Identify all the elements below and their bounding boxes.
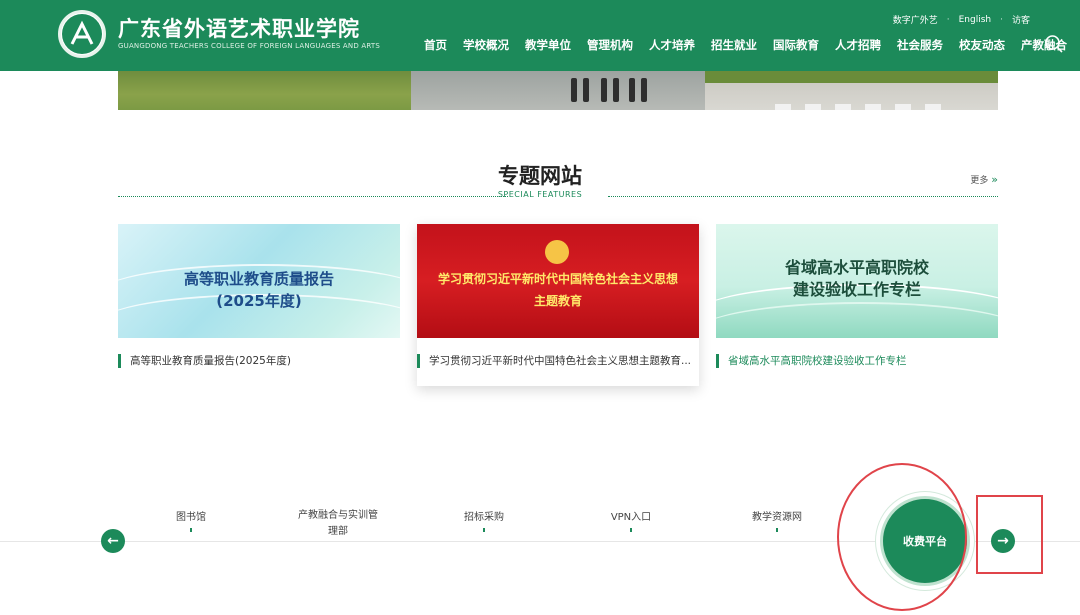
brand-name-cn: 广东省外语艺术职业学院 <box>118 17 360 41</box>
separator-dot: · <box>946 14 950 25</box>
toplink-visitor[interactable]: 访客 <box>1012 13 1030 26</box>
card-image-subtitle: 建设验收工作专栏 <box>792 280 921 299</box>
card-image: 学习贯彻习近平新时代中国特色社会主义思想 主题教育 <box>417 224 699 338</box>
logo-emblem-icon <box>62 14 102 54</box>
quick-link-label: 产教融合与实训管理部 <box>298 510 378 537</box>
quick-link-label: 教学资源网 <box>752 512 802 523</box>
quick-link-label: VPN入口 <box>610 512 652 523</box>
card-image-title: 省域高水平高职院校 <box>784 258 929 277</box>
card-image: 省域高水平高职院校 建设验收工作专栏 <box>716 224 998 338</box>
search-icon[interactable] <box>1044 34 1064 54</box>
feature-card-theme-education[interactable]: 学习贯彻习近平新时代中国特色社会主义思想 主题教育 学习贯彻习近平新时代中国特色… <box>417 224 699 386</box>
brand-name-en: GUANGDONG TEACHERS COLLEGE OF FOREIGN LA… <box>118 42 380 50</box>
card-image-subtitle: 主题教育 <box>533 294 582 308</box>
feature-card-quality-report[interactable]: 高等职业教育质量报告 (2025年度) 高等职业教育质量报告(2025年度) <box>118 224 400 368</box>
party-emblem-icon <box>545 240 569 264</box>
college-logo[interactable] <box>58 10 106 58</box>
card-image-title: 高等职业教育质量报告 <box>183 270 334 288</box>
card-image-subtitle: (2025年度) <box>216 292 302 310</box>
nav-social-service[interactable]: 社会服务 <box>897 37 943 53</box>
quick-link-label: 图书馆 <box>176 512 206 523</box>
nav-admissions[interactable]: 招生就业 <box>711 37 757 53</box>
divider-right <box>608 196 998 197</box>
banner-photo-lawn <box>118 71 411 110</box>
toplink-english[interactable]: English <box>959 15 992 25</box>
more-link[interactable]: 更多 » <box>970 173 998 186</box>
nav-teaching-units[interactable]: 教学单位 <box>525 37 571 53</box>
feature-card-high-level-college[interactable]: 省域高水平高职院校 建设验收工作专栏 省域高水平高职院校建设验收工作专栏 <box>716 224 998 368</box>
card-image: 高等职业教育质量报告 (2025年度) <box>118 224 400 338</box>
nav-administration[interactable]: 管理机构 <box>587 37 633 53</box>
separator-dot: · <box>1000 14 1003 25</box>
banner-photo-walkway <box>411 71 705 110</box>
nav-talent-training[interactable]: 人才培养 <box>649 37 695 53</box>
payment-platform-button[interactable]: 收费平台 <box>880 496 970 586</box>
quick-link-vpn[interactable]: VPN入口 <box>576 510 686 532</box>
arrow-right-icon: → <box>997 533 1009 549</box>
payment-platform-label: 收费平台 <box>903 535 947 548</box>
nav-about[interactable]: 学校概况 <box>463 37 509 53</box>
toplink-digital[interactable]: 数字广外艺 <box>893 13 938 26</box>
nav-international[interactable]: 国际教育 <box>773 37 819 53</box>
more-label: 更多 <box>970 176 989 186</box>
arrow-left-icon: ← <box>107 533 119 549</box>
section-title: 专题网站 <box>498 164 582 188</box>
card-caption: 学习贯彻习近平新时代中国特色社会主义思想主题教育... <box>417 354 699 368</box>
quick-link-label: 招标采购 <box>464 512 504 523</box>
site-header: 广东省外语艺术职业学院 GUANGDONG TEACHERS COLLEGE O… <box>0 0 1080 71</box>
banner-photo-strip <box>118 71 998 110</box>
banner-photo-road <box>705 71 998 110</box>
card-caption: 高等职业教育质量报告(2025年度) <box>118 354 400 368</box>
top-links: 数字广外艺 · English · 访客 <box>893 13 1030 27</box>
nav-home[interactable]: 首页 <box>424 37 447 53</box>
carousel-next-button[interactable]: → <box>991 529 1015 553</box>
quick-link-industry-training[interactable]: 产教融合与实训管理部 <box>283 508 393 540</box>
quick-link-teaching-resources[interactable]: 教学资源网 <box>722 510 832 532</box>
main-nav: 首页 学校概况 教学单位 管理机构 人才培养 招生就业 国际教育 人才招聘 社会… <box>424 37 1080 53</box>
section-subtitle: SPECIAL FEATURES <box>497 190 583 199</box>
card-caption: 省域高水平高职院校建设验收工作专栏 <box>716 354 998 368</box>
quick-link-procurement[interactable]: 招标采购 <box>429 510 539 532</box>
nav-alumni[interactable]: 校友动态 <box>959 37 1005 53</box>
nav-recruitment[interactable]: 人才招聘 <box>835 37 881 53</box>
quick-link-library[interactable]: 图书馆 <box>136 510 246 532</box>
card-image-title: 学习贯彻习近平新时代中国特色社会主义思想 <box>437 272 678 286</box>
double-chevron-right-icon: » <box>991 173 998 186</box>
carousel-prev-button[interactable]: ← <box>101 529 125 553</box>
